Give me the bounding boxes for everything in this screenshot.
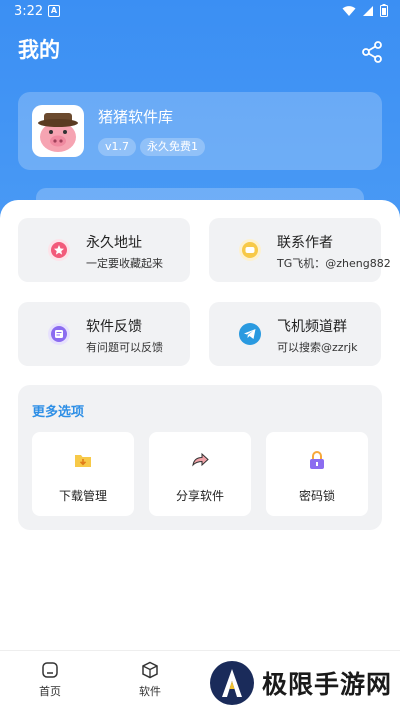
watermark-text: 极限手游网 bbox=[262, 670, 393, 699]
status-icons bbox=[342, 4, 388, 17]
nav-home-label: 首页 bbox=[39, 685, 61, 698]
option-label: 密码锁 bbox=[298, 489, 335, 503]
nav-software-label: 软件 bbox=[139, 685, 161, 698]
tile-title: 飞机频道群 bbox=[277, 319, 347, 335]
cube-icon bbox=[142, 661, 158, 679]
share-icon[interactable] bbox=[360, 40, 384, 64]
wifi-icon bbox=[342, 5, 356, 16]
tile-title: 联系作者 bbox=[277, 235, 333, 251]
telegram-icon bbox=[239, 323, 261, 345]
chat-bubble-icon bbox=[239, 239, 261, 261]
app-name: 猪猪软件库 bbox=[98, 108, 174, 126]
feedback-icon bbox=[48, 323, 70, 345]
tile-telegram-channel[interactable]: 飞机频道群 可以搜索@zzrjk bbox=[209, 302, 381, 366]
page-title: 我的 bbox=[18, 38, 60, 62]
share-arrow-icon bbox=[192, 452, 209, 467]
lock-icon bbox=[310, 451, 324, 469]
option-label: 分享软件 bbox=[175, 489, 224, 503]
option-download-manager[interactable]: 下载管理 bbox=[32, 432, 134, 516]
tile-subtitle: 一定要收藏起来 bbox=[86, 257, 163, 270]
nav-software[interactable]: 软件 bbox=[130, 661, 170, 699]
status-time: 3:22 bbox=[14, 4, 44, 19]
tile-subtitle: 可以搜索@zzrjk bbox=[277, 341, 358, 354]
tile-subtitle: TG飞机：@zheng882 bbox=[277, 257, 391, 270]
free-badge: 永久免费1 bbox=[140, 138, 205, 156]
version-badge: v1.7 bbox=[98, 138, 137, 156]
tile-feedback[interactable]: 软件反馈 有问题可以反馈 bbox=[18, 302, 190, 366]
app-info-card[interactable]: 猪猪软件库 v1.7 永久免费1 bbox=[18, 92, 382, 170]
tile-title: 软件反馈 bbox=[86, 319, 142, 335]
download-folder-icon bbox=[75, 455, 91, 467]
option-password-lock[interactable]: 密码锁 bbox=[266, 432, 368, 516]
home-icon bbox=[42, 662, 58, 678]
watermark: 极限手游网 bbox=[210, 660, 392, 706]
option-label: 下载管理 bbox=[58, 489, 107, 503]
tile-title: 永久地址 bbox=[86, 235, 142, 251]
star-badge-icon bbox=[48, 239, 70, 261]
status-bar: 3:22 A bbox=[0, 0, 400, 24]
notification-a-icon: A bbox=[48, 5, 60, 17]
watermark-logo-icon bbox=[210, 661, 254, 705]
nav-home[interactable]: 首页 bbox=[30, 661, 70, 699]
more-options-title: 更多选项 bbox=[32, 405, 85, 420]
signal-icon bbox=[363, 5, 373, 16]
option-share-software[interactable]: 分享软件 bbox=[149, 432, 251, 516]
tile-permanent-address[interactable]: 永久地址 一定要收藏起来 bbox=[18, 218, 190, 282]
tile-subtitle: 有问题可以反馈 bbox=[86, 341, 163, 354]
more-options-panel: 更多选项 下载管理 分享软件 密码锁 bbox=[18, 385, 382, 530]
tile-contact-author[interactable]: 联系作者 TG飞机：@zheng882 bbox=[209, 218, 391, 282]
app-logo-pig-icon bbox=[32, 105, 84, 157]
battery-icon bbox=[380, 4, 388, 17]
